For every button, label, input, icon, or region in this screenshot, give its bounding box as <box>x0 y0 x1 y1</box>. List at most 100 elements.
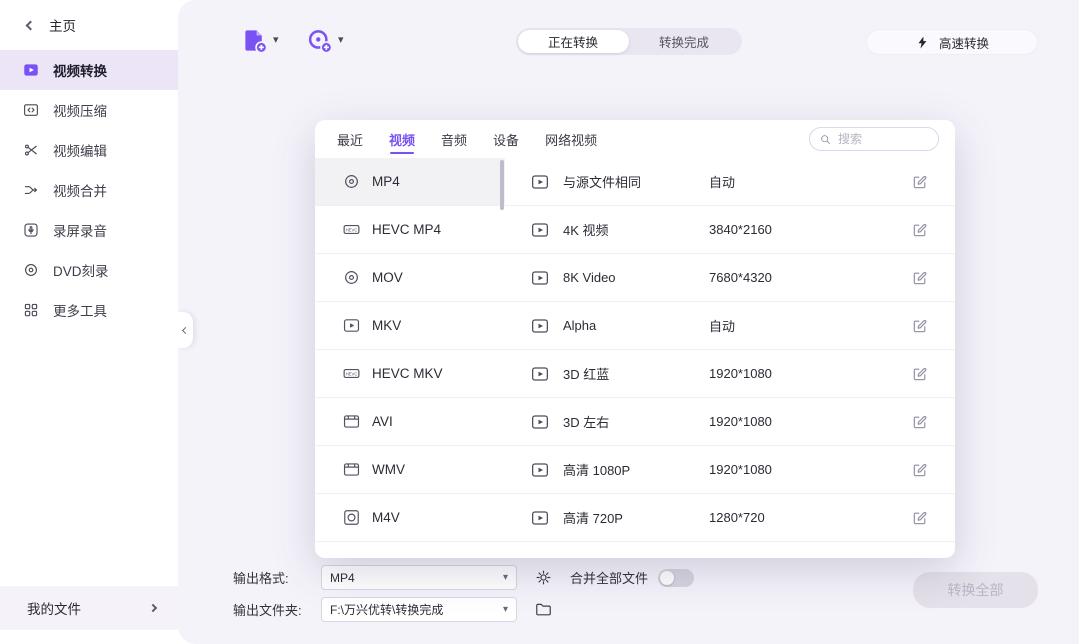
preset-name: 高清 720P <box>563 508 709 527</box>
tab-video[interactable]: 视频 <box>389 120 415 158</box>
play-square-icon <box>342 316 361 335</box>
sidebar-item-video-convert[interactable]: 视频转换 <box>0 50 178 90</box>
sidebar-item-more-tools[interactable]: 更多工具 <box>0 290 178 330</box>
edit-preset-icon[interactable] <box>911 413 929 431</box>
format-label: MKV <box>372 318 401 333</box>
sidebar-item-label: 视频合并 <box>53 180 107 200</box>
preset-resolution: 1280*720 <box>709 510 911 525</box>
tab-device[interactable]: 设备 <box>493 120 519 158</box>
preset-row-3d-anaglyph[interactable]: 3D 红蓝 1920*1080 <box>505 350 955 398</box>
merge-all-toggle[interactable] <box>658 569 694 587</box>
format-label: AVI <box>372 414 393 429</box>
grid-icon <box>22 301 40 319</box>
tab-recent[interactable]: 最近 <box>337 120 363 158</box>
open-folder-icon[interactable] <box>534 600 553 619</box>
settings-gear-icon[interactable] <box>534 568 553 587</box>
sidebar-item-video-compress[interactable]: 视频压缩 <box>0 90 178 130</box>
tab-converting[interactable]: 正在转换 <box>518 30 629 53</box>
my-files-button[interactable]: 我的文件 <box>0 586 178 630</box>
edit-preset-icon[interactable] <box>911 509 929 527</box>
add-files-button[interactable] <box>241 27 279 54</box>
play-square-icon <box>530 172 550 192</box>
sidebar-item-label: 视频编辑 <box>53 140 107 160</box>
format-panel-body: MP4 HEVC MP4 MOV MKV HEVC MKV AVI <box>315 158 955 558</box>
format-item-mp4[interactable]: MP4 <box>315 158 505 206</box>
play-square-icon <box>530 316 550 336</box>
preset-row-1080p[interactable]: 高清 1080P 1920*1080 <box>505 446 955 494</box>
preset-name: 3D 左右 <box>563 412 709 431</box>
high-speed-convert-button[interactable]: 高速转换 <box>866 29 1038 55</box>
add-from-device-button[interactable] <box>306 27 344 54</box>
video-convert-icon <box>22 61 40 79</box>
format-list: MP4 HEVC MP4 MOV MKV HEVC MKV AVI <box>315 158 505 558</box>
sidebar-item-label: 视频转换 <box>53 60 107 80</box>
tab-completed[interactable]: 转换完成 <box>629 30 740 53</box>
edit-preset-icon[interactable] <box>911 461 929 479</box>
my-files-label: 我的文件 <box>27 598 81 618</box>
scissors-icon <box>22 141 40 159</box>
sidebar-item-label: 录屏录音 <box>53 220 107 240</box>
edit-preset-icon[interactable] <box>911 269 929 287</box>
lightning-icon <box>915 35 930 50</box>
output-folder-select[interactable]: F:\万兴优转\转换完成 <box>321 597 517 622</box>
sidebar-collapse-handle[interactable] <box>178 312 193 348</box>
sidebar-item-label: DVD刻录 <box>53 260 109 280</box>
search-box[interactable] <box>809 127 939 151</box>
output-folder-label: 输出文件夹: <box>233 600 321 619</box>
preset-row-same-as-source[interactable]: 与源文件相同 自动 <box>505 158 955 206</box>
output-format-label: 输出格式: <box>233 568 321 587</box>
format-item-m4v[interactable]: M4V <box>315 494 505 542</box>
format-item-mov[interactable]: MOV <box>315 254 505 302</box>
preset-row-8k[interactable]: 8K Video 7680*4320 <box>505 254 955 302</box>
preset-name: 与源文件相同 <box>563 172 709 191</box>
format-label: HEVC MP4 <box>372 222 441 237</box>
edit-preset-icon[interactable] <box>911 317 929 335</box>
format-item-wmv[interactable]: WMV <box>315 446 505 494</box>
play-square-icon <box>530 460 550 480</box>
sidebar-item-dvd-burn[interactable]: DVD刻录 <box>0 250 178 290</box>
add-file-icon <box>241 27 268 54</box>
preset-row-alpha[interactable]: Alpha 自动 <box>505 302 955 350</box>
search-icon <box>819 133 832 146</box>
sidebar-item-screen-record[interactable]: 录屏录音 <box>0 210 178 250</box>
output-folder-value: F:\万兴优转\转换完成 <box>330 601 497 618</box>
format-label: M4V <box>372 510 400 525</box>
format-item-hevc-mkv[interactable]: HEVC MKV <box>315 350 505 398</box>
edit-preset-icon[interactable] <box>911 365 929 383</box>
sidebar-item-video-merge[interactable]: 视频合并 <box>0 170 178 210</box>
format-list-scrollbar[interactable] <box>500 160 504 210</box>
home-back-button[interactable]: 主页 <box>0 12 178 38</box>
toggle-knob <box>660 571 674 585</box>
format-item-avi[interactable]: AVI <box>315 398 505 446</box>
ring-format-icon <box>342 268 361 287</box>
format-item-hevc-mp4[interactable]: HEVC MP4 <box>315 206 505 254</box>
output-format-select[interactable]: MP4 <box>321 565 517 590</box>
edit-preset-icon[interactable] <box>911 221 929 239</box>
search-input[interactable] <box>838 132 929 146</box>
convert-status-tabs: 正在转换 转换完成 <box>516 28 742 55</box>
preset-row-720p[interactable]: 高清 720P 1280*720 <box>505 494 955 542</box>
format-picker-panel: 最近 视频 音频 设备 网络视频 MP4 HEVC MP4 MOV <box>315 120 955 558</box>
preset-row-4k[interactable]: 4K 视频 3840*2160 <box>505 206 955 254</box>
output-format-value: MP4 <box>330 571 497 585</box>
hevc-format-icon <box>342 220 361 239</box>
format-panel-tabs: 最近 视频 音频 设备 网络视频 <box>315 120 955 158</box>
preset-name: 4K 视频 <box>563 220 709 239</box>
sidebar-item-label: 视频压缩 <box>53 100 107 120</box>
tab-web-video[interactable]: 网络视频 <box>545 120 597 158</box>
screen-record-icon <box>22 221 40 239</box>
add-disc-icon <box>306 27 333 54</box>
caret-down-icon <box>503 605 508 615</box>
format-item-mkv[interactable]: MKV <box>315 302 505 350</box>
tab-audio[interactable]: 音频 <box>441 120 467 158</box>
preset-row-3d-sbs[interactable]: 3D 左右 1920*1080 <box>505 398 955 446</box>
preset-resolution: 3840*2160 <box>709 222 911 237</box>
merge-icon <box>22 181 40 199</box>
preset-resolution: 自动 <box>709 316 911 335</box>
format-label: MP4 <box>372 174 400 189</box>
sidebar-item-video-edit[interactable]: 视频编辑 <box>0 130 178 170</box>
play-square-icon <box>530 364 550 384</box>
convert-all-button[interactable]: 转换全部 <box>913 572 1038 608</box>
merge-all-label: 合并全部文件 <box>570 568 648 587</box>
edit-preset-icon[interactable] <box>911 173 929 191</box>
